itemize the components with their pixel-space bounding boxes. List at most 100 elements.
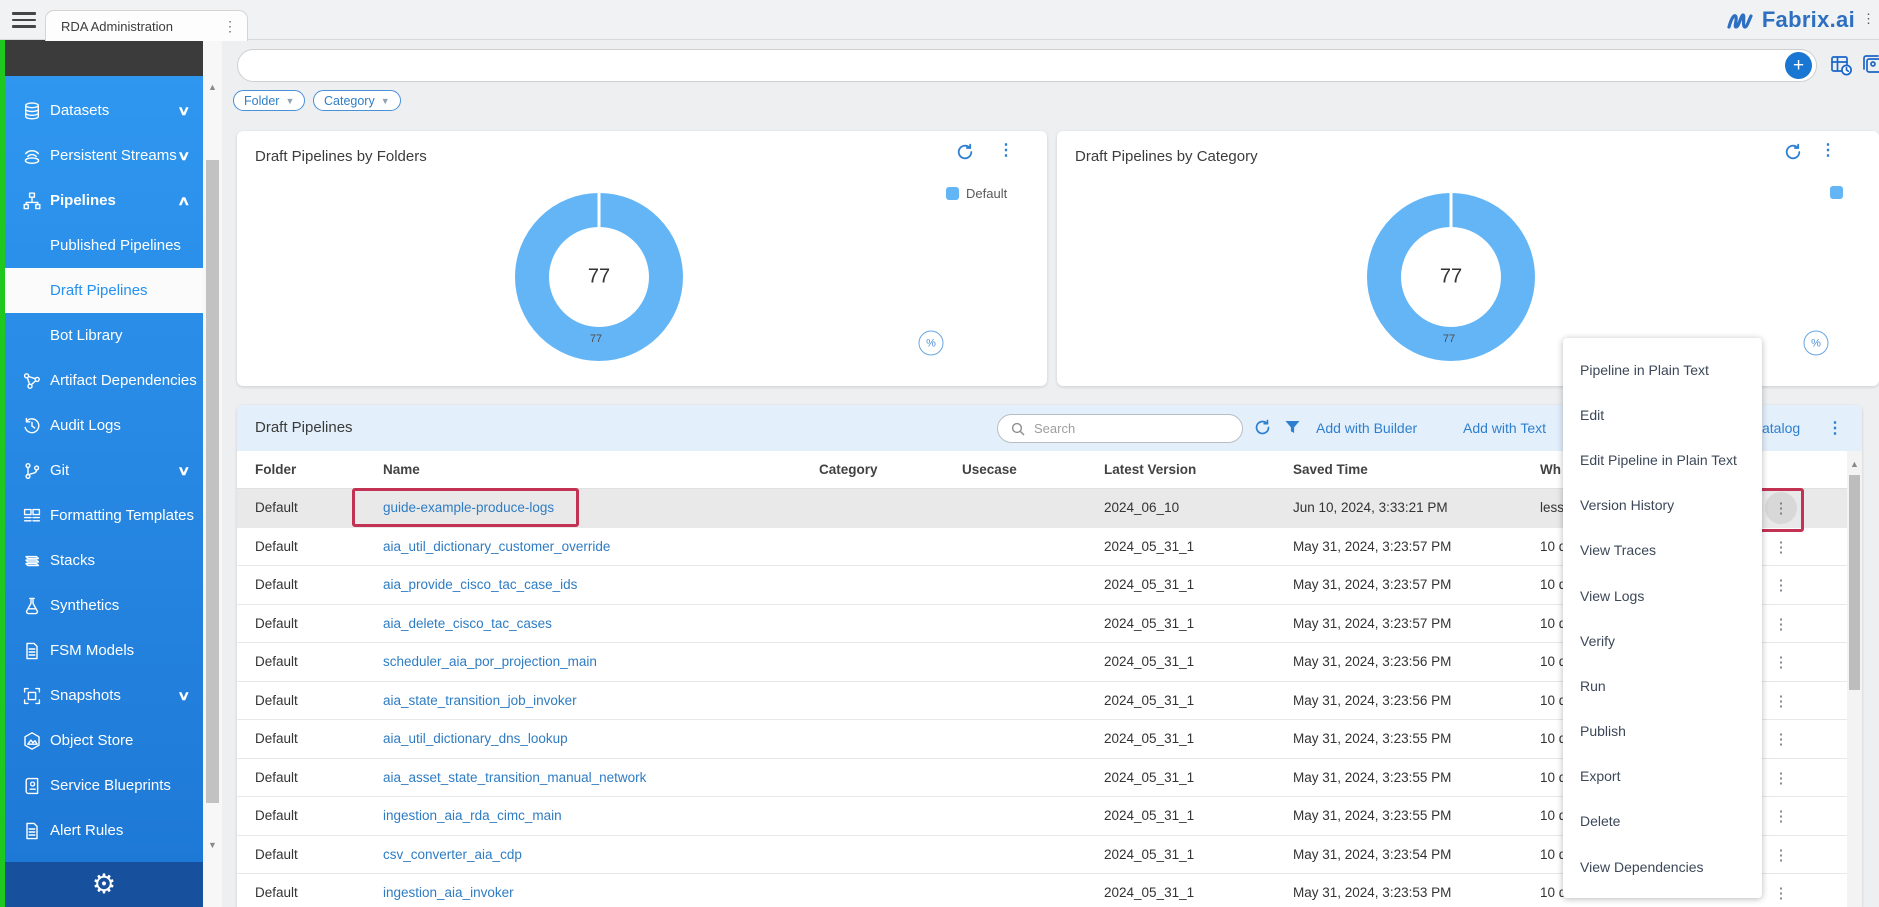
filter-funnel-icon[interactable] <box>1284 419 1301 441</box>
table-kebab-icon[interactable]: ⋮ <box>1827 418 1843 438</box>
sidebar-item-snapshots[interactable]: Snapshots∨ <box>5 673 203 718</box>
sidebar-item-alert-rules[interactable]: Alert Rules <box>5 808 203 853</box>
cell-saved-time: May 31, 2024, 3:23:57 PM <box>1293 539 1451 554</box>
add-button[interactable]: + <box>1785 52 1812 79</box>
row-kebab-icon[interactable]: ⋮ <box>1765 723 1797 755</box>
gallery-icon[interactable] <box>1862 54 1879 82</box>
browser-tab[interactable]: RDA Administration ⋮ <box>45 10 248 41</box>
sidebar-item-persistent-streams[interactable]: Persistent Streams∨ <box>5 133 203 178</box>
pipeline-name-link[interactable]: aia_provide_cisco_tac_case_ids <box>383 577 577 592</box>
card-kebab-icon[interactable]: ⋮ <box>998 140 1014 160</box>
column-header-saved-time[interactable]: Saved Time <box>1293 462 1368 477</box>
tab-kebab-icon[interactable]: ⋮ <box>223 19 237 33</box>
sidebar-item-label: Audit Logs <box>50 417 121 434</box>
column-header-usecase[interactable]: Usecase <box>962 462 1017 477</box>
pipeline-name-link[interactable]: guide-example-produce-logs <box>383 500 554 515</box>
column-header-category[interactable]: Category <box>819 462 878 477</box>
global-search-input[interactable] <box>254 54 1784 78</box>
cell-saved-time: Jun 10, 2024, 3:33:21 PM <box>1293 500 1448 515</box>
refresh-icon[interactable] <box>1253 418 1272 442</box>
menu-item-export[interactable]: Export <box>1563 754 1762 799</box>
menu-item-publish[interactable]: Publish <box>1563 709 1762 754</box>
menu-item-pipeline-in-plain-text[interactable]: Pipeline in Plain Text <box>1563 347 1762 392</box>
chevron-down-icon: ∨ <box>178 103 191 119</box>
row-kebab-icon[interactable]: ⋮ <box>1765 646 1797 678</box>
scroll-up-icon[interactable]: ▲ <box>203 82 222 92</box>
cell-latest-version: 2024_05_31_1 <box>1104 539 1194 554</box>
menu-item-view-logs[interactable]: View Logs <box>1563 573 1762 618</box>
percent-toggle[interactable]: % <box>1804 331 1829 356</box>
sidebar-item-git[interactable]: Git∨ <box>5 448 203 493</box>
hamburger-icon[interactable] <box>12 12 36 29</box>
percent-toggle[interactable]: % <box>919 331 944 356</box>
pipeline-name-link[interactable]: ingestion_aia_invoker <box>383 885 514 900</box>
pipeline-name-link[interactable]: aia_state_transition_job_invoker <box>383 693 577 708</box>
refresh-icon[interactable] <box>955 142 975 167</box>
pipeline-name-link[interactable]: aia_util_dictionary_customer_override <box>383 539 610 554</box>
menu-item-view-dependencies[interactable]: View Dependencies <box>1563 844 1762 889</box>
row-kebab-icon[interactable]: ⋮ <box>1765 839 1797 871</box>
sidebar-item-service-blueprints[interactable]: Service Blueprints <box>5 763 203 808</box>
pipeline-name-link[interactable]: aia_util_dictionary_dns_lookup <box>383 731 568 746</box>
browser-menu-icon[interactable]: ⋮ <box>1862 12 1875 25</box>
scroll-up-icon[interactable]: ▲ <box>1847 459 1862 469</box>
scheduled-reports-icon[interactable] <box>1830 54 1853 82</box>
legend[interactable] <box>1830 186 1850 199</box>
add-with-builder-button[interactable]: Add with Builder <box>1316 420 1417 436</box>
column-header-name[interactable]: Name <box>383 462 420 477</box>
sidebar-item-synthetics[interactable]: Synthetics <box>5 583 203 628</box>
catalog-button-partial[interactable]: atalog <box>1762 420 1800 436</box>
menu-item-view-traces[interactable]: View Traces <box>1563 528 1762 573</box>
pipeline-name-link[interactable]: aia_delete_cisco_tac_cases <box>383 616 552 631</box>
pipeline-name-link[interactable]: scheduler_aia_por_projection_main <box>383 654 597 669</box>
column-header-folder[interactable]: Folder <box>255 462 296 477</box>
sidebar-scrollbar[interactable]: ▲ ▼ <box>203 40 222 907</box>
category-filter-chip[interactable]: Category ▼ <box>313 90 401 111</box>
sidebar-scroll-thumb[interactable] <box>206 160 219 803</box>
column-header-latest-version[interactable]: Latest Version <box>1104 462 1196 477</box>
sidebar-item-formatting-templates[interactable]: Formatting Templates <box>5 493 203 538</box>
cell-folder: Default <box>255 654 298 669</box>
table-scrollbar[interactable]: ▲ <box>1847 451 1862 907</box>
gear-icon[interactable]: ⚙ <box>92 871 116 898</box>
cell-saved-time: May 31, 2024, 3:23:56 PM <box>1293 654 1451 669</box>
pipeline-name-link[interactable]: ingestion_aia_rda_cimc_main <box>383 808 562 823</box>
menu-item-verify[interactable]: Verify <box>1563 618 1762 663</box>
table-scroll-thumb[interactable] <box>1849 475 1860 690</box>
sidebar-item-draft-pipelines[interactable]: Draft Pipelines <box>5 268 203 313</box>
row-kebab-icon[interactable]: ⋮ <box>1765 800 1797 832</box>
pipeline-name-link[interactable]: aia_asset_state_transition_manual_networ… <box>383 770 646 785</box>
sidebar-item-stacks[interactable]: Stacks <box>5 538 203 583</box>
sidebar-item-published-pipelines[interactable]: Published Pipelines <box>5 223 203 268</box>
table-search-input[interactable] <box>1034 418 1229 439</box>
sidebar-item-datasets[interactable]: Datasets∨ <box>5 88 203 133</box>
refresh-icon[interactable] <box>1783 142 1803 167</box>
menu-item-run[interactable]: Run <box>1563 663 1762 708</box>
row-kebab-icon[interactable]: ⋮ <box>1765 531 1797 563</box>
folder-filter-chip[interactable]: Folder ▼ <box>233 90 305 111</box>
add-with-text-button[interactable]: Add with Text <box>1463 420 1546 436</box>
row-kebab-icon[interactable]: ⋮ <box>1765 569 1797 601</box>
menu-item-edit-pipeline-in-plain-text[interactable]: Edit Pipeline in Plain Text <box>1563 437 1762 482</box>
sidebar-item-audit-logs[interactable]: Audit Logs <box>5 403 203 448</box>
cell-folder: Default <box>255 847 298 862</box>
row-kebab-icon[interactable]: ⋮ <box>1765 762 1797 794</box>
sidebar-item-object-store[interactable]: Object Store <box>5 718 203 763</box>
sidebar-item-pipelines[interactable]: Pipelines∧ <box>5 178 203 223</box>
legend[interactable]: Default <box>946 186 1007 201</box>
row-kebab-icon[interactable]: ⋮ <box>1765 492 1797 524</box>
column-header-wh[interactable]: Wh <box>1540 462 1561 477</box>
row-kebab-icon[interactable]: ⋮ <box>1765 608 1797 640</box>
sidebar-item-fsm-models[interactable]: FSM Models <box>5 628 203 673</box>
row-kebab-icon[interactable]: ⋮ <box>1765 685 1797 717</box>
pipeline-name-link[interactable]: csv_converter_aia_cdp <box>383 847 522 862</box>
card-kebab-icon[interactable]: ⋮ <box>1820 140 1836 160</box>
menu-item-delete[interactable]: Delete <box>1563 799 1762 844</box>
menu-item-edit[interactable]: Edit <box>1563 392 1762 437</box>
sidebar-item-bot-library[interactable]: Bot Library <box>5 313 203 358</box>
scroll-down-icon[interactable]: ▼ <box>203 840 222 850</box>
sidebar-item-artifact-dependencies[interactable]: Artifact Dependencies <box>5 358 203 403</box>
brand-name: Fabrix.ai <box>1762 7 1855 33</box>
menu-item-version-history[interactable]: Version History <box>1563 483 1762 528</box>
row-kebab-icon[interactable]: ⋮ <box>1765 877 1797 907</box>
